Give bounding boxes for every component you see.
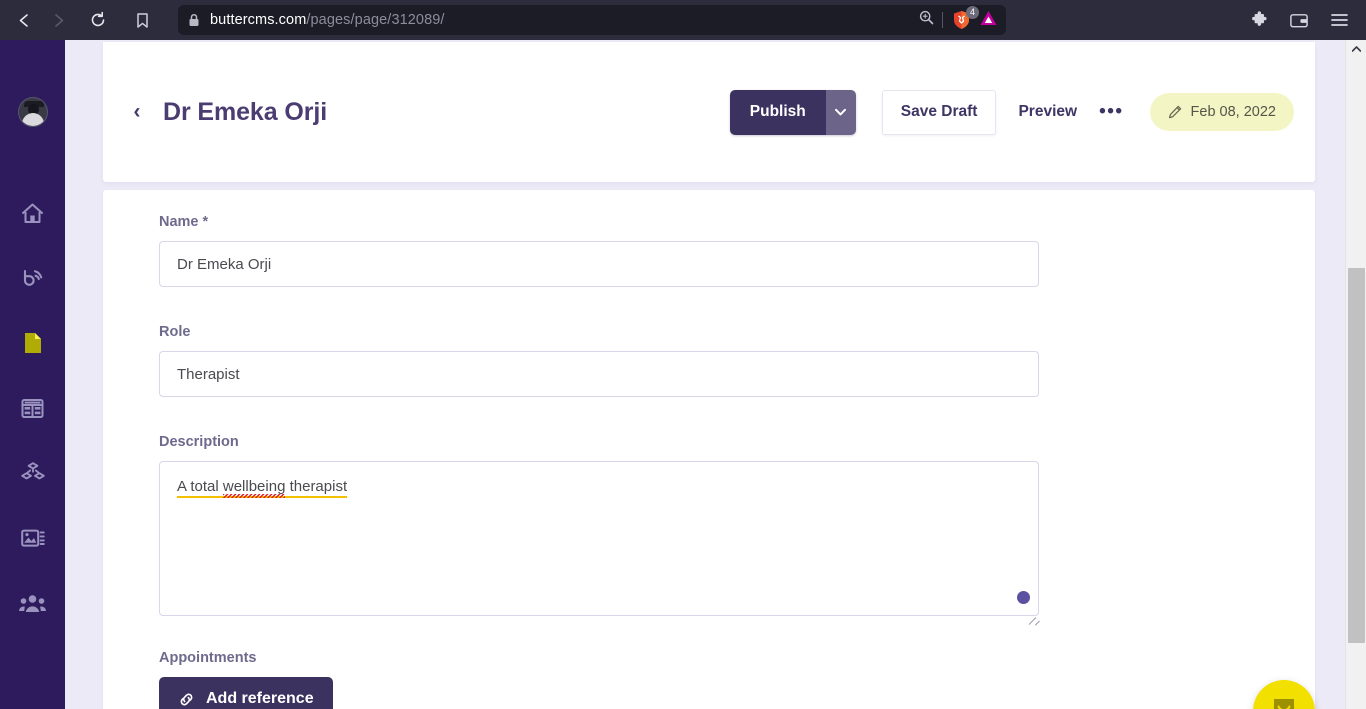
page-scrollbar[interactable] xyxy=(1345,40,1366,709)
save-draft-button[interactable]: Save Draft xyxy=(881,89,997,135)
sidebar-item-pages[interactable] xyxy=(16,326,50,360)
back-chevron-icon[interactable]: ‹ xyxy=(124,97,150,127)
address-bar-text: buttercms.com/pages/page/312089/ xyxy=(210,12,445,28)
sidebar-item-users[interactable] xyxy=(16,586,50,620)
extensions-puzzle-icon[interactable] xyxy=(1246,7,1272,33)
bookmark-icon[interactable] xyxy=(126,4,158,36)
scrollbar-thumb[interactable] xyxy=(1348,268,1365,643)
browser-nav-buttons xyxy=(8,4,114,36)
avatar[interactable] xyxy=(17,97,48,127)
sidebar-item-blog[interactable] xyxy=(16,261,50,295)
brave-shield-badge: 4 xyxy=(966,6,979,19)
toolbar-divider xyxy=(942,12,943,28)
link-chain-icon xyxy=(178,691,195,708)
add-reference-button[interactable]: Add reference xyxy=(159,677,333,709)
zoom-search-icon[interactable] xyxy=(918,9,935,31)
sidebar-item-home[interactable] xyxy=(16,196,50,230)
role-input[interactable] xyxy=(159,351,1039,397)
field-role: Role xyxy=(159,324,1039,397)
preview-button[interactable]: Preview xyxy=(1018,103,1077,121)
publish-date-badge[interactable]: Feb 08, 2022 xyxy=(1149,93,1294,131)
wallet-icon[interactable] xyxy=(1286,7,1312,33)
page-title: Dr Emeka Orji xyxy=(163,97,328,126)
chat-bubble-icon xyxy=(1269,694,1299,709)
back-arrow-icon[interactable] xyxy=(8,4,40,36)
publish-button-group: Publish xyxy=(729,89,856,135)
sidebar-item-collections[interactable] xyxy=(16,391,50,425)
sidebar-item-media[interactable] xyxy=(16,521,50,555)
app-sidebar xyxy=(0,40,65,709)
forward-arrow-icon xyxy=(42,4,74,36)
pencil-icon xyxy=(1168,105,1182,119)
page-content-area: ‹ Dr Emeka Orji Publish Save Draft Previ… xyxy=(65,40,1345,709)
url-domain: buttercms.com xyxy=(210,12,307,28)
chevron-down-icon[interactable] xyxy=(825,89,856,135)
publish-button[interactable]: Publish xyxy=(729,89,826,135)
sidebar-item-components[interactable] xyxy=(16,456,50,490)
add-reference-label: Add reference xyxy=(206,690,314,707)
field-description: Description A total wellbeing therapist xyxy=(159,434,1040,626)
field-label-name: Name * xyxy=(159,214,209,230)
reload-icon[interactable] xyxy=(82,4,114,36)
description-textarea-wrap: A total wellbeing therapist xyxy=(159,461,1040,626)
sidebar-nav xyxy=(16,196,50,651)
field-label-appointments: Appointments xyxy=(159,650,257,666)
address-bar-actions: 4 xyxy=(918,5,998,35)
browser-toolbar: buttercms.com/pages/page/312089/ 4 xyxy=(0,0,1366,40)
field-label-description: Description xyxy=(159,434,239,450)
page-form-card: Name * Role Description A total wellbein… xyxy=(103,190,1315,709)
scroll-up-arrow-icon[interactable] xyxy=(1346,40,1366,58)
header-actions: Publish Save Draft Preview ••• Feb 08, 2… xyxy=(729,89,1294,135)
field-appointments: Appointments Add reference xyxy=(159,650,333,709)
publish-date-text: Feb 08, 2022 xyxy=(1190,104,1276,120)
name-input[interactable] xyxy=(159,241,1039,287)
field-label-role: Role xyxy=(159,324,191,340)
brave-shield-icon[interactable]: 4 xyxy=(950,6,979,31)
page-header-card: ‹ Dr Emeka Orji Publish Save Draft Previ… xyxy=(103,42,1315,182)
text-cursor-indicator xyxy=(1017,591,1030,604)
lock-icon xyxy=(188,13,200,27)
field-name: Name * xyxy=(159,214,1039,287)
hamburger-menu-icon[interactable] xyxy=(1326,7,1352,33)
description-textarea[interactable] xyxy=(159,461,1039,616)
avatar-body xyxy=(21,113,44,126)
more-options-button[interactable]: ••• xyxy=(1099,102,1123,121)
url-path: /pages/page/312089/ xyxy=(306,12,445,28)
browser-chrome-right xyxy=(1246,7,1352,33)
address-bar[interactable]: buttercms.com/pages/page/312089/ 4 xyxy=(178,5,1006,35)
brave-triangle-icon[interactable] xyxy=(979,9,998,32)
